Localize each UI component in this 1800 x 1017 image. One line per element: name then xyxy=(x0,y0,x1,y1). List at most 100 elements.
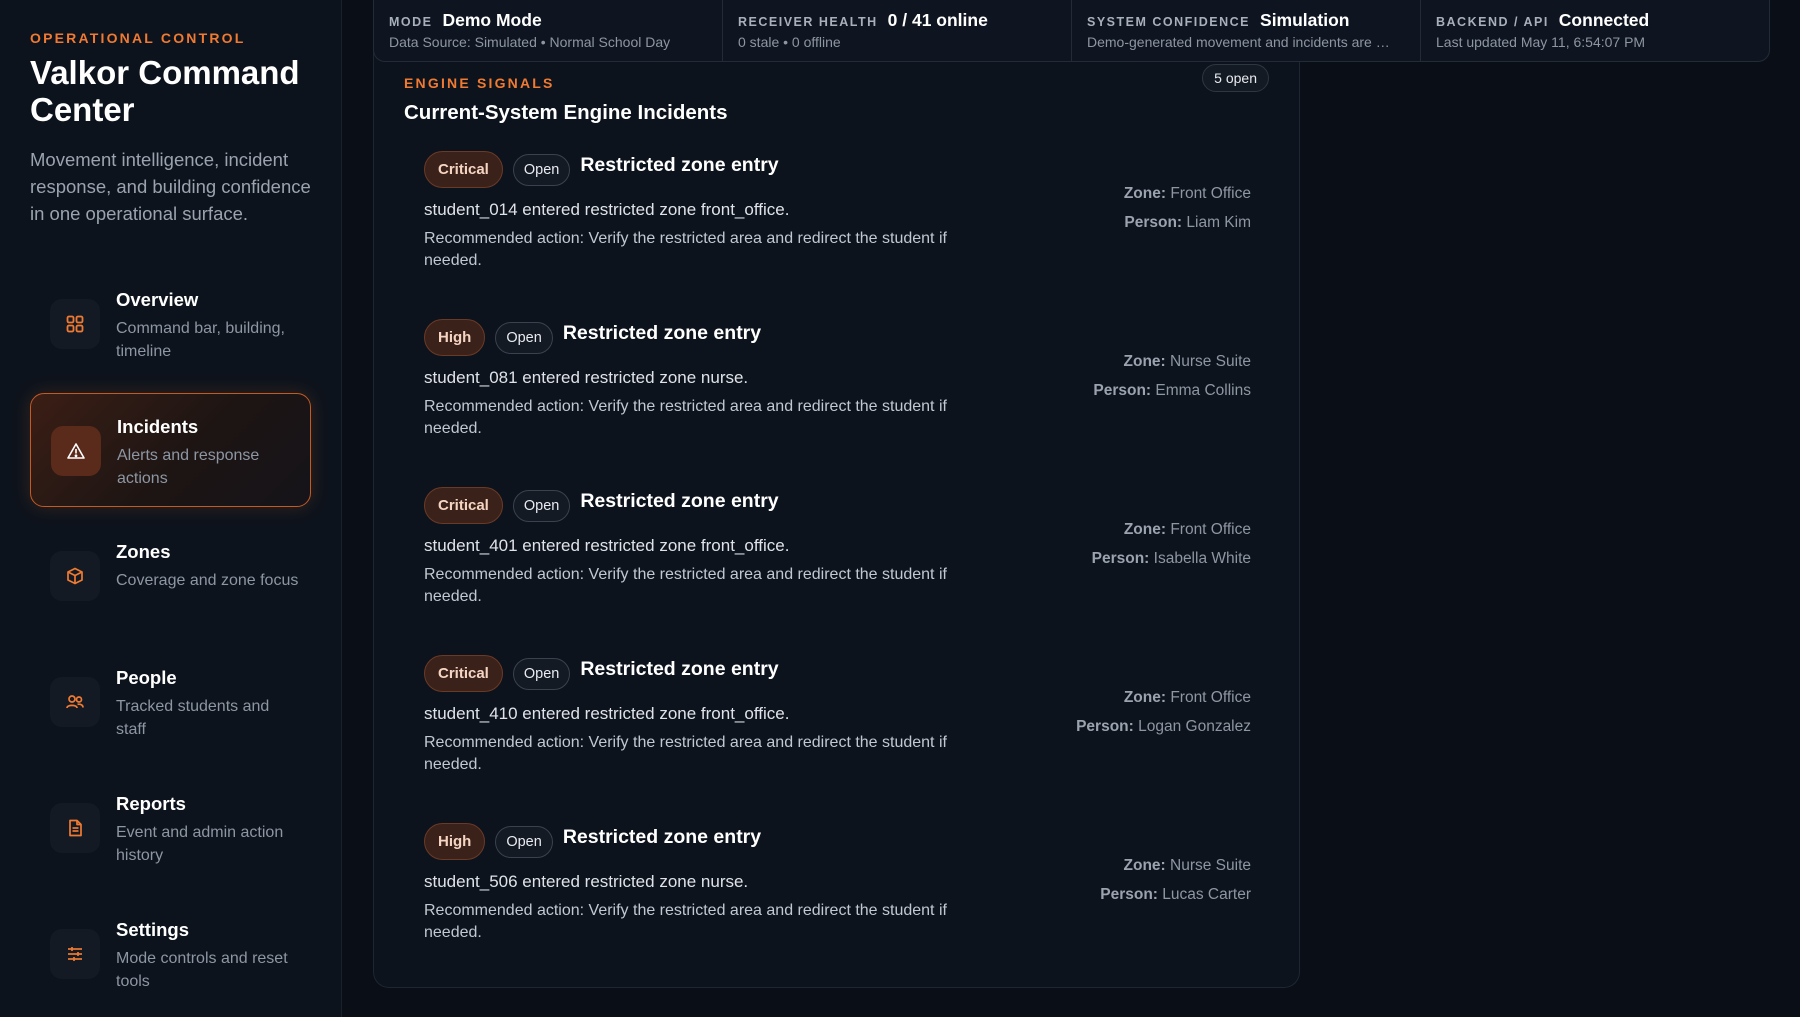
zone-label: Zone: xyxy=(1123,689,1166,706)
grid-icon xyxy=(50,299,100,349)
status-sub: Last updated May 11, 6:54:07 PM xyxy=(1436,34,1646,50)
app-description: Movement intelligence, incident response… xyxy=(30,149,311,224)
incident-card[interactable]: Critical Open Restricted zone entry stud… xyxy=(424,487,1251,655)
person-label: Person: xyxy=(1124,214,1183,231)
sidebar-item-sub: Command bar, building, timeline xyxy=(116,320,285,360)
person-value: Isabella White xyxy=(1153,550,1251,567)
zone-value: Nurse Suite xyxy=(1170,353,1251,370)
sidebar-item-sub: Tracked students and staff xyxy=(116,698,270,738)
zone-label: Zone: xyxy=(1123,185,1166,202)
incident-list: Critical Open Restricted zone entry stud… xyxy=(404,151,1251,991)
sidebar-eyebrow: OPERATIONAL CONTROL xyxy=(30,30,246,46)
status-badge: Open xyxy=(512,657,571,690)
recommended-action: Recommended action: Verify the restricte… xyxy=(424,566,947,605)
sidebar: OPERATIONAL CONTROL Valkor Command Cente… xyxy=(0,0,342,1017)
status-system-confidence: SYSTEM CONFIDENCE Simulation Demo-genera… xyxy=(1072,0,1421,61)
sidebar-item-people[interactable]: People Tracked students and staff xyxy=(30,645,311,759)
sidebar-item-reports[interactable]: Reports Event and admin action history xyxy=(30,771,311,885)
sidebar-item-label: Overview xyxy=(116,289,199,310)
person-label: Person: xyxy=(1091,550,1150,567)
status-key: SYSTEM CONFIDENCE xyxy=(1087,15,1251,29)
person-label: Person: xyxy=(1093,382,1152,399)
zone-label: Zone: xyxy=(1123,857,1166,874)
incident-title: Restricted zone entry xyxy=(580,490,779,512)
zone-value: Front Office xyxy=(1170,521,1251,538)
panel-title: Current-System Engine Incidents xyxy=(404,101,728,124)
person-label: Person: xyxy=(1100,886,1158,903)
incident-title: Restricted zone entry xyxy=(580,658,779,680)
recommended-action: Recommended action: Verify the restricte… xyxy=(424,902,947,941)
sidebar-item-label: Reports xyxy=(116,793,186,814)
severity-badge: Critical xyxy=(424,487,503,524)
severity-badge: High xyxy=(424,319,486,356)
status-receiver-health: RECEIVER HEALTH 0 / 41 online 0 stale • … xyxy=(723,0,1072,61)
status-bar: MODE Demo Mode Data Source: Simulated • … xyxy=(373,0,1770,62)
status-key: BACKEND / API xyxy=(1436,15,1549,29)
status-badge: Open xyxy=(495,321,553,354)
incident-title: Restricted zone entry xyxy=(562,322,762,344)
status-key: RECEIVER HEALTH xyxy=(738,15,878,29)
sidebar-item-zones[interactable]: Zones Coverage and zone focus xyxy=(30,519,311,633)
incident-card[interactable]: Critical Open Restricted zone entry stud… xyxy=(424,151,1251,319)
sidebar-item-sub: Mode controls and reset tools xyxy=(116,950,288,990)
incident-card[interactable]: High Open Restricted zone entry student_… xyxy=(424,319,1251,487)
sidebar-item-settings[interactable]: Settings Mode controls and reset tools xyxy=(30,897,311,1011)
recommended-action: Recommended action: Verify the restricte… xyxy=(424,230,947,269)
status-badge: Open xyxy=(512,489,571,522)
sidebar-item-incidents[interactable]: Incidents Alerts and response actions xyxy=(30,393,311,507)
app-title: Valkor Command Center xyxy=(30,54,300,128)
status-badge: Open xyxy=(512,153,571,186)
sidebar-item-sub: Alerts and response actions xyxy=(117,447,260,487)
incident-meta: Zone: Nurse Suite Person: Emma Collins xyxy=(1093,353,1251,411)
sidebar-item-label: Settings xyxy=(116,919,189,940)
status-backend-api: BACKEND / API Connected Last updated May… xyxy=(1421,0,1769,61)
status-sub: Demo-generated movement and incidents ar… xyxy=(1087,34,1390,50)
status-value: 0 / 41 online xyxy=(887,10,988,30)
incident-meta: Zone: Front Office Person: Logan Gonzale… xyxy=(1076,689,1251,747)
recommended-action: Recommended action: Verify the restricte… xyxy=(424,398,947,437)
incidents-panel: ENGINE SIGNALS Current-System Engine Inc… xyxy=(373,48,1300,988)
person-value: Lucas Carter xyxy=(1162,886,1251,903)
zone-value: Front Office xyxy=(1170,689,1251,706)
incident-title: Restricted zone entry xyxy=(562,826,762,848)
sidebar-item-sub: Coverage and zone focus xyxy=(116,572,299,589)
sidebar-item-label: Zones xyxy=(116,541,171,562)
sidebar-item-label: People xyxy=(116,667,177,688)
severity-badge: Critical xyxy=(424,151,503,188)
zone-label: Zone: xyxy=(1123,521,1166,538)
cube-icon xyxy=(50,551,100,601)
sidebar-item-label: Incidents xyxy=(117,416,199,437)
status-value: Simulation xyxy=(1260,10,1350,30)
sidebar-item-overview[interactable]: Overview Command bar, building, timeline xyxy=(30,267,311,381)
severity-badge: Critical xyxy=(424,655,503,692)
document-icon xyxy=(50,803,100,853)
incident-card[interactable]: High Open Restricted zone entry student_… xyxy=(424,823,1251,991)
open-count-badge: 5 open xyxy=(1202,64,1269,92)
zone-value: Front Office xyxy=(1170,185,1251,202)
zone-value: Nurse Suite xyxy=(1170,857,1251,874)
sidebar-item-sub: Event and admin action history xyxy=(116,824,284,864)
sidebar-nav: Overview Command bar, building, timeline… xyxy=(30,267,311,1011)
incident-meta: Zone: Front Office Person: Liam Kim xyxy=(1124,185,1251,243)
status-sub: 0 stale • 0 offline xyxy=(738,34,841,50)
incident-meta: Zone: Nurse Suite Person: Lucas Carter xyxy=(1100,857,1251,915)
status-key: MODE xyxy=(389,15,433,29)
sliders-icon xyxy=(50,929,100,979)
app-root: OPERATIONAL CONTROL Valkor Command Cente… xyxy=(0,0,1800,1017)
panel-eyebrow: ENGINE SIGNALS xyxy=(404,75,555,91)
person-label: Person: xyxy=(1076,718,1134,735)
severity-badge: High xyxy=(424,823,486,860)
status-value: Connected xyxy=(1558,10,1650,30)
status-sub: Data Source: Simulated • Normal School D… xyxy=(389,34,671,50)
incident-title: Restricted zone entry xyxy=(580,154,779,176)
people-icon xyxy=(50,677,100,727)
recommended-action: Recommended action: Verify the restricte… xyxy=(424,734,947,773)
status-mode: MODE Demo Mode Data Source: Simulated • … xyxy=(374,0,723,61)
incident-card[interactable]: Critical Open Restricted zone entry stud… xyxy=(424,655,1251,823)
status-value: Demo Mode xyxy=(442,10,542,30)
person-value: Liam Kim xyxy=(1186,214,1251,231)
status-badge: Open xyxy=(495,825,553,858)
person-value: Logan Gonzalez xyxy=(1138,718,1251,735)
warning-icon xyxy=(51,426,101,476)
person-value: Emma Collins xyxy=(1155,382,1251,399)
